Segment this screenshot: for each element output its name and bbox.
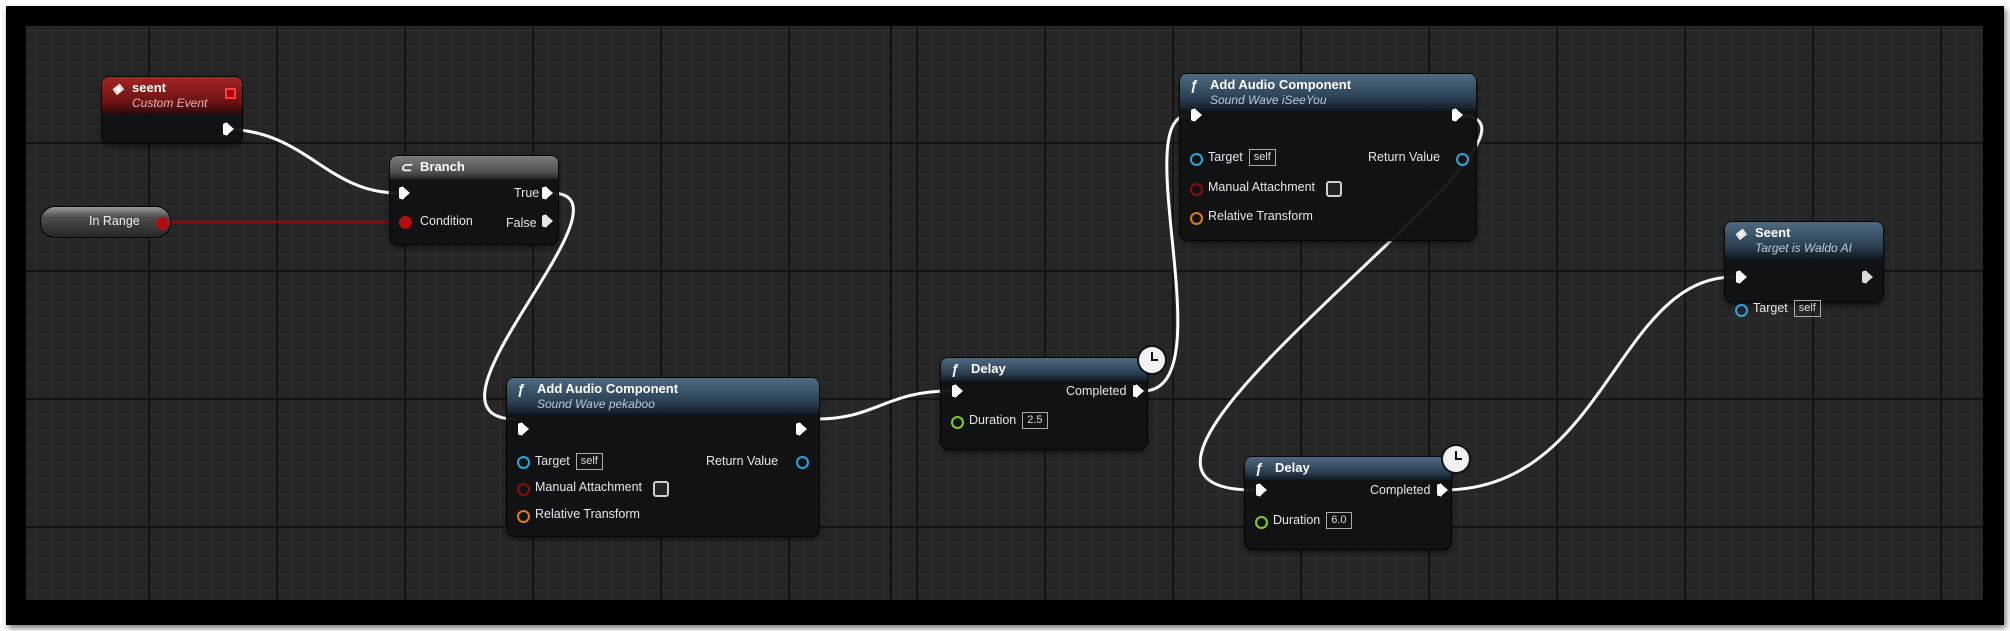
manual-attachment-label: Manual Attachment [535,480,643,494]
delegate-pin[interactable] [225,88,236,99]
branch-title: Branch [420,159,465,174]
delay-title-1: Delay [971,361,1006,376]
in-range-label: In Range [89,214,140,228]
in-range-variable-node[interactable]: In Range [41,207,170,237]
seent-function-call-node[interactable]: ◈ Seent Target is Waldo AI Target self [1725,222,1883,318]
relative-transform-pin[interactable] [517,510,530,523]
completed-label: Completed [1370,483,1431,497]
exec-out-pin[interactable] [796,422,807,436]
relative-transform-label: Relative Transform [1208,209,1313,223]
completed-exec-pin[interactable] [1437,483,1448,497]
condition-label: Condition [420,214,473,228]
target-label: Target [1753,301,1788,315]
exec-out-pin[interactable] [1452,108,1463,122]
function-f-icon: ƒ [517,381,525,397]
return-value-label: Return Value [1368,150,1441,164]
wire-delay2-to-seent[interactable] [1442,275,1735,492]
target-pin[interactable] [1190,153,1203,166]
event-header: ◈ seent Custom Event [102,77,242,114]
exec-in-pin[interactable] [1736,270,1747,284]
clock-icon [1443,446,1469,472]
target-value[interactable]: self [1793,300,1821,318]
clock-icon [1139,347,1165,373]
bool-out-pin[interactable] [156,217,169,230]
add-audio-title-2: Add Audio Component [1210,77,1352,92]
seent-title: Seent [1755,225,1791,240]
manual-attachment-pin[interactable] [517,483,530,496]
function-f-icon: ƒ [1255,460,1263,476]
branch-node[interactable]: ⊂ Branch True Condition False [390,156,558,244]
add-audio-component-node-1[interactable]: ƒ Add Audio Component Sound Wave pekaboo… [507,378,819,536]
seent-custom-event-node[interactable]: ◈ seent Custom Event [102,77,242,143]
add-audio-title-1: Add Audio Component [537,381,679,396]
blueprint-graph-canvas[interactable]: ◈ seent Custom Event In Range ⊂ Branch T… [26,26,1983,600]
manual-attachment-checkbox[interactable] [1326,181,1342,197]
add-audio-header-1: ƒ Add Audio Component Sound Wave pekaboo [507,378,819,415]
delay-node-2[interactable]: ƒ Delay Completed Duration 6.0 [1245,446,1469,549]
target-pin[interactable] [517,456,530,469]
add-audio-subtitle-1: Sound Wave pekaboo [537,397,655,411]
exec-in-pin[interactable] [1191,108,1202,122]
diamond-event-icon: ◈ [112,80,123,96]
function-f-icon: ƒ [951,361,959,377]
exec-out-pin[interactable] [223,122,234,136]
branch-header: ⊂ Branch [390,156,558,179]
true-exec-pin[interactable] [542,186,553,200]
event-subtitle: Custom Event [132,96,208,110]
delay-title-2: Delay [1275,460,1310,475]
manual-attachment-pin[interactable] [1190,183,1203,196]
target-value[interactable]: self [1248,149,1276,167]
duration-pin[interactable] [1255,516,1268,529]
duration-value[interactable]: 6.0 [1326,512,1352,530]
exec-in-pin[interactable] [518,422,529,436]
screenshot-frame: ◈ seent Custom Event In Range ⊂ Branch T… [6,6,2004,625]
exec-out-pin[interactable] [1862,270,1873,284]
condition-pin[interactable] [399,216,412,229]
completed-exec-pin[interactable] [1133,384,1144,398]
wire-event-to-branch[interactable] [222,127,399,195]
add-audio-subtitle-2: Sound Wave iSeeYou [1210,93,1327,107]
wire-audio1-to-delay1[interactable] [816,389,951,421]
duration-label: Duration [1273,513,1321,527]
exec-in-pin[interactable] [399,186,410,200]
diamond-event-icon: ◈ [1735,225,1746,241]
false-exec-pin[interactable] [542,214,553,228]
delay-header-1: ƒ Delay [941,358,1147,381]
relative-transform-label: Relative Transform [535,507,640,521]
duration-label: Duration [969,413,1017,427]
seent-subtitle: Target is Waldo AI [1755,241,1852,255]
return-value-label: Return Value [706,454,779,468]
target-pin[interactable] [1735,304,1748,317]
wire-layer [150,113,1735,492]
target-label: Target [1208,150,1243,164]
duration-pin[interactable] [951,416,964,429]
function-f-icon: ƒ [1190,77,1198,93]
manual-attachment-checkbox[interactable] [653,481,669,497]
manual-attachment-label: Manual Attachment [1208,180,1316,194]
exec-in-pin[interactable] [1256,483,1267,497]
delay-node-1[interactable]: ƒ Delay Completed Duration 2.5 [941,347,1165,449]
relative-transform-pin[interactable] [1190,212,1203,225]
seent-header: ◈ Seent Target is Waldo AI [1725,222,1883,259]
delay-header-2: ƒ Delay [1245,457,1451,480]
return-value-pin[interactable] [796,456,809,469]
completed-label: Completed [1066,384,1127,398]
branch-icon: ⊂ [400,159,412,175]
target-value[interactable]: self [575,453,603,471]
add-audio-component-node-2[interactable]: ƒ Add Audio Component Sound Wave iSeeYou… [1180,74,1476,240]
true-label: True [514,186,540,200]
false-label: False [506,216,537,230]
exec-in-pin[interactable] [952,384,963,398]
add-audio-header-2: ƒ Add Audio Component Sound Wave iSeeYou [1180,74,1476,111]
return-value-pin[interactable] [1456,153,1469,166]
target-label: Target [535,454,570,468]
duration-value[interactable]: 2.5 [1022,412,1048,430]
event-title: seent [132,80,166,95]
